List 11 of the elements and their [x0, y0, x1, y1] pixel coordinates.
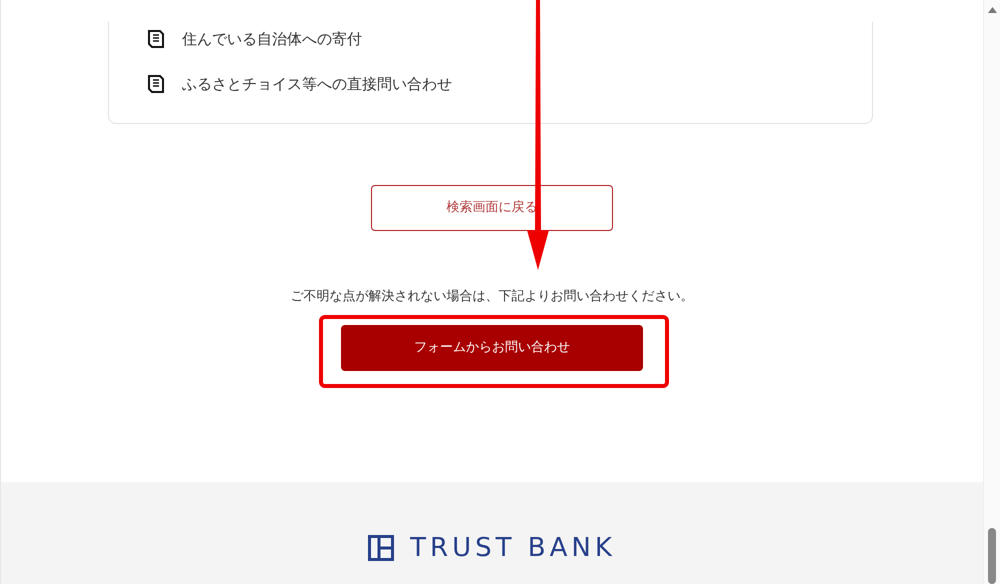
logo-icon	[368, 534, 394, 560]
scroll-up-icon[interactable]	[988, 7, 997, 13]
logo-text: TRUST BANK	[410, 534, 616, 560]
contact-form-button[interactable]: フォームからお問い合わせ	[341, 324, 643, 370]
list-item-text: 住んでいる自治体への寄付	[182, 29, 362, 50]
scrollbar[interactable]	[983, 0, 1000, 584]
document-icon	[148, 30, 164, 48]
list-item-text: ふるさとチョイス等への直接問い合わせ	[182, 74, 452, 94]
notice-text: ご不明な点が解決されない場合は、下記よりお問い合わせください。	[290, 288, 694, 306]
document-icon	[148, 74, 164, 93]
scrollbar-thumb[interactable]	[988, 528, 996, 584]
